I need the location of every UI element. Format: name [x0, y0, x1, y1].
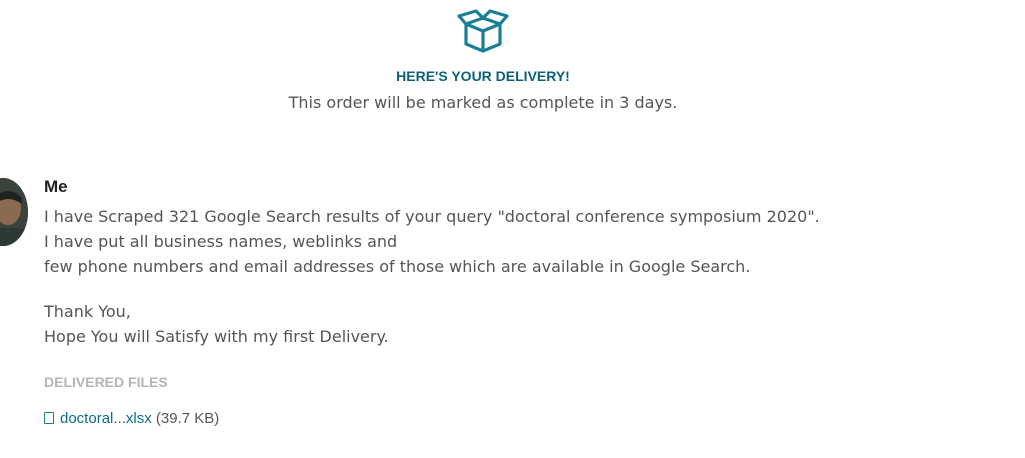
delivered-file-item: doctoral...xlsx (39.7 KB): [44, 410, 219, 427]
delivery-title: HERE'S YOUR DELIVERY!: [396, 68, 570, 84]
delivery-page: HERE'S YOUR DELIVERY! This order will be…: [0, 0, 1025, 458]
avatar-photo-icon: [0, 178, 28, 246]
file-icon: [44, 412, 54, 424]
file-download-link[interactable]: doctoral...xlsx: [60, 410, 152, 427]
sender-name: Me: [44, 177, 68, 196]
message-line: Thank You,: [44, 302, 131, 321]
message-line: Hope You will Satisfy with my first Deli…: [44, 327, 389, 346]
avatar[interactable]: [0, 178, 28, 246]
open-box-icon: [457, 9, 509, 53]
delivered-files-heading: DELIVERED FILES: [44, 374, 168, 390]
delivery-message: I have Scraped 321 Google Search results…: [44, 204, 1004, 349]
file-size: (39.7 KB): [155, 410, 220, 427]
message-line: I have Scraped 321 Google Search results…: [44, 207, 820, 226]
message-line: I have put all business names, weblinks …: [44, 232, 398, 251]
completion-notice: This order will be marked as complete in…: [288, 93, 678, 112]
message-line: few phone numbers and email addresses of…: [44, 257, 751, 276]
